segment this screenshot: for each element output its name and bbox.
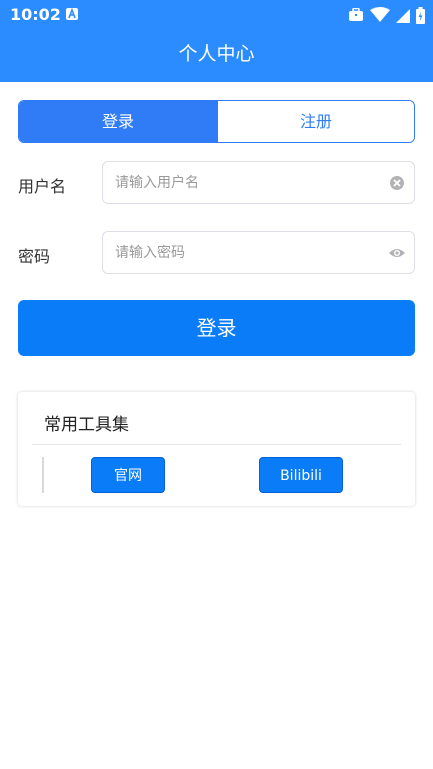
status-icons [348,6,425,24]
status-bar: 10:02 [0,0,433,30]
tools-title: 常用工具集 [44,415,129,435]
vertical-divider [42,457,44,493]
divider [32,444,401,445]
tab-login[interactable]: 登录 [19,101,217,142]
battery-icon [416,6,425,24]
login-button[interactable]: 登录 [18,300,415,356]
username-input[interactable] [115,162,375,203]
password-field [102,231,415,274]
password-label: 密码 [18,247,51,266]
official-site-button[interactable]: 官网 [91,457,165,493]
username-label: 用户名 [18,177,67,196]
password-input[interactable] [115,232,375,273]
clear-icon[interactable] [389,175,405,191]
username-field [102,161,415,204]
tools-card: 常用工具集 官网 Bilibili [18,392,415,506]
briefcase-icon [349,8,363,21]
signal-icon [396,9,410,23]
bilibili-button[interactable]: Bilibili [259,457,343,493]
page-title: 个人中心 [0,30,433,82]
notification-a-icon [66,8,78,20]
tab-register[interactable]: 注册 [217,101,414,142]
wifi-icon [370,7,390,22]
eye-icon[interactable] [388,245,406,261]
auth-tabs: 登录 注册 [18,100,415,143]
status-time: 10:02 [10,5,61,24]
